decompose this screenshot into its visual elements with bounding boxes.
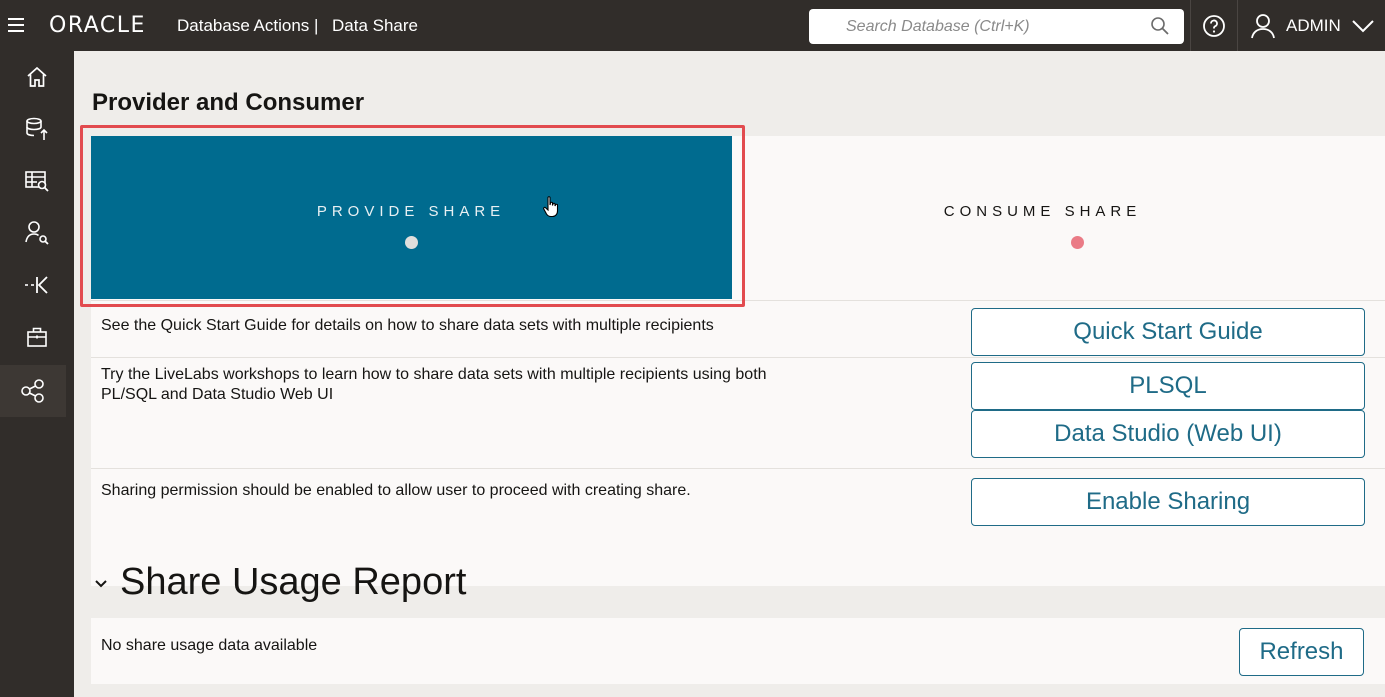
- catalog-icon: [25, 171, 49, 192]
- user-name: ADMIN: [1286, 15, 1341, 35]
- enable-sharing-button[interactable]: Enable Sharing: [971, 478, 1365, 526]
- chevron-down-icon[interactable]: [92, 577, 110, 591]
- provide-share-dot: [405, 236, 418, 249]
- provider-consumer-panel: PROVIDE SHARE CONSUME SHARE See the Quic…: [91, 136, 1385, 586]
- sidebar-nav: [0, 51, 74, 697]
- chevron-down-icon: [1352, 19, 1374, 32]
- menu-icon[interactable]: [8, 14, 28, 36]
- data-studio-web-ui-button[interactable]: Data Studio (Web UI): [971, 410, 1365, 458]
- user-icon: [1251, 13, 1275, 38]
- usage-empty-text: No share usage data available: [101, 637, 318, 654]
- livelabs-text: Try the LiveLabs workshops to learn how …: [101, 366, 767, 403]
- row-divider: [91, 300, 1385, 301]
- row-divider: [91, 357, 1385, 358]
- share-usage-panel: No share usage data available Refresh: [91, 618, 1385, 684]
- quick-start-guide-button[interactable]: Quick Start Guide: [971, 308, 1365, 356]
- search-box: [809, 9, 1184, 44]
- provide-share-label: PROVIDE SHARE: [316, 203, 506, 220]
- sidebar-item-marketplace[interactable]: [0, 311, 74, 363]
- row-divider: [91, 468, 1385, 469]
- sidebar-item-home[interactable]: [0, 51, 74, 103]
- sidebar-item-data-share[interactable]: [0, 365, 66, 417]
- data-transforms-icon: [25, 276, 48, 294]
- share-usage-report-header[interactable]: Share Usage Report: [92, 561, 466, 604]
- share-usage-report-title: Share Usage Report: [120, 561, 467, 603]
- search-icon[interactable]: [1150, 16, 1170, 36]
- main-content: Provider and Consumer PROVIDE SHARE CONS…: [74, 51, 1385, 697]
- help-icon: [1203, 14, 1225, 37]
- data-load-icon: [26, 117, 48, 140]
- help-button[interactable]: [1190, 0, 1238, 51]
- sharing-permission-text: Sharing permission should be enabled to …: [101, 482, 691, 499]
- user-menu[interactable]: ADMIN: [1250, 0, 1375, 51]
- app-name: Database Actions |: [177, 16, 319, 35]
- consume-share-card[interactable]: CONSUME SHARE: [732, 136, 1385, 299]
- marketplace-icon: [27, 327, 47, 347]
- refresh-button[interactable]: Refresh: [1239, 628, 1364, 676]
- sidebar-item-data-transforms[interactable]: [0, 259, 74, 311]
- consume-share-dot: [1071, 236, 1084, 249]
- provide-share-card[interactable]: PROVIDE SHARE: [91, 136, 732, 299]
- sidebar-item-data-load[interactable]: [0, 103, 74, 155]
- sidebar-item-catalog[interactable]: [0, 155, 74, 207]
- sidebar-item-data-insights[interactable]: [0, 207, 74, 259]
- page-title: Provider and Consumer: [92, 89, 365, 116]
- home-icon: [27, 66, 47, 87]
- quick-start-text: See the Quick Start Guide for details on…: [101, 317, 714, 334]
- top-header: ORACLE Database Actions | Data Share ADM…: [0, 0, 1385, 51]
- plsql-button[interactable]: PLSQL: [971, 362, 1365, 410]
- hand-cursor-icon: [543, 196, 559, 218]
- page-breadcrumb: Data Share: [332, 16, 418, 35]
- search-input[interactable]: [809, 9, 1149, 44]
- consume-share-label: CONSUME SHARE: [943, 203, 1142, 220]
- data-insights-icon: [25, 221, 49, 245]
- data-share-icon: [21, 379, 44, 403]
- oracle-logo: ORACLE: [49, 13, 146, 38]
